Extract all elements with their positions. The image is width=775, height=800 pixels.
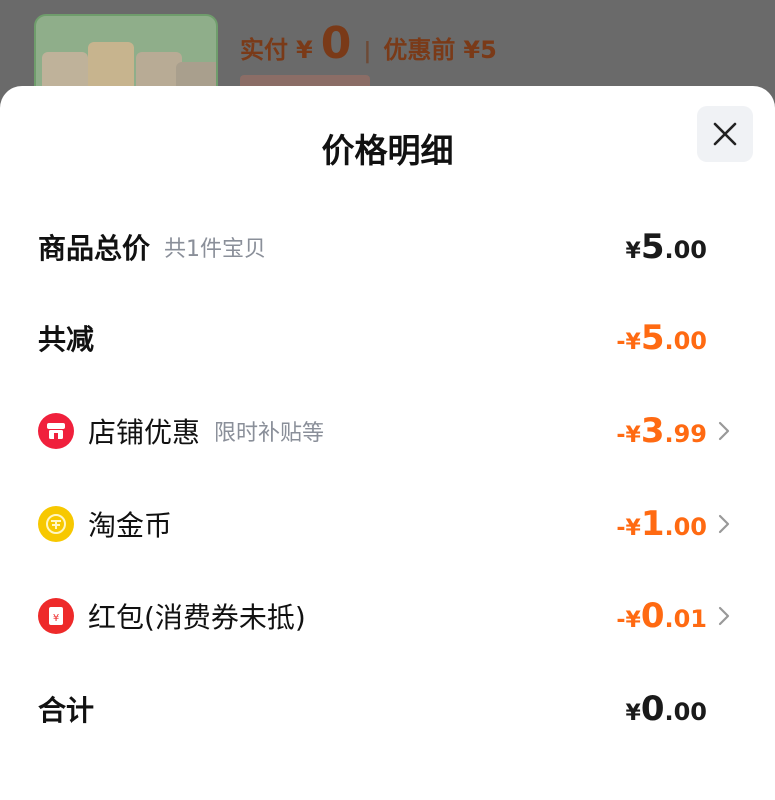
row-label: 共减 — [38, 323, 95, 356]
amount-symbol: -¥ — [616, 516, 641, 541]
row-sub-label: 限时补贴等 — [214, 421, 325, 446]
row-shop-discount[interactable]: 店铺优惠 限时补贴等 -¥ 3 .99 — [38, 401, 731, 461]
amount-integer: 0 — [640, 596, 665, 636]
row-goods-total: 商品总价 共1件宝贝 ¥ 5 .00 — [38, 217, 731, 277]
amount-integer: 5 — [640, 318, 665, 358]
paid-label: 实付 — [240, 36, 288, 64]
coin-icon — [38, 506, 74, 542]
paid-price-summary: 实付 ¥ 0 | 优惠前 ¥5 — [240, 18, 497, 69]
chevron-right-icon — [718, 421, 730, 441]
paid-amount: 0 — [320, 18, 352, 69]
amount-symbol: ¥ — [625, 701, 641, 726]
close-icon — [713, 122, 737, 146]
amount-decimal: .01 — [664, 605, 707, 633]
amount-decimal: .00 — [664, 327, 707, 355]
svg-text:¥: ¥ — [53, 613, 59, 624]
shop-icon — [38, 413, 74, 449]
amount-symbol: ¥ — [625, 239, 641, 264]
row-label: 淘金币 — [88, 509, 173, 542]
row-amount: -¥ 3 .99 — [616, 411, 707, 451]
row-amount: ¥ 5 .00 — [626, 227, 708, 267]
amount-integer: 1 — [640, 504, 665, 544]
amount-decimal: .00 — [664, 236, 707, 264]
amount-symbol: -¥ — [616, 330, 641, 355]
original-price-label: 优惠前 — [383, 36, 456, 64]
row-taojinbi[interactable]: 淘金币 -¥ 1 .00 — [38, 494, 731, 554]
row-label: 红包(消费券未抵) — [88, 601, 306, 634]
amount-symbol: -¥ — [616, 423, 641, 448]
row-sub-label: 共1件宝贝 — [164, 237, 267, 262]
row-label: 合计 — [38, 694, 95, 727]
amount-symbol: -¥ — [616, 608, 641, 633]
chevron-right-icon — [718, 606, 730, 626]
row-amount: -¥ 1 .00 — [616, 504, 707, 544]
price-detail-sheet: 价格明细 商品总价 共1件宝贝 ¥ 5 .00 共减 -¥ 5 .00 店铺优惠… — [0, 86, 775, 800]
amount-decimal: .99 — [664, 420, 707, 448]
close-button[interactable] — [697, 106, 753, 162]
row-label: 店铺优惠 — [88, 416, 201, 449]
red-packet-icon: ¥ — [38, 598, 74, 634]
chevron-right-icon — [718, 514, 730, 534]
row-amount: -¥ 5 .00 — [616, 318, 707, 358]
price-separator: | — [363, 39, 372, 64]
amount-decimal: .00 — [664, 513, 707, 541]
row-red-packet[interactable]: ¥ 红包(消费券未抵) -¥ 0 .01 — [38, 586, 731, 646]
row-grand-total: 合计 ¥ 0 .00 — [38, 679, 731, 739]
paid-currency-symbol: ¥ — [296, 36, 313, 64]
row-amount: -¥ 0 .01 — [616, 596, 707, 636]
amount-integer: 5 — [640, 227, 665, 267]
amount-decimal: .00 — [664, 698, 707, 726]
amount-integer: 0 — [640, 689, 665, 729]
sheet-title: 价格明细 — [321, 131, 454, 170]
original-price-value: ¥5 — [463, 36, 497, 64]
row-total-discount: 共减 -¥ 5 .00 — [38, 308, 731, 368]
row-amount: ¥ 0 .00 — [626, 689, 708, 729]
amount-integer: 3 — [640, 411, 665, 451]
row-label: 商品总价 — [38, 232, 151, 265]
